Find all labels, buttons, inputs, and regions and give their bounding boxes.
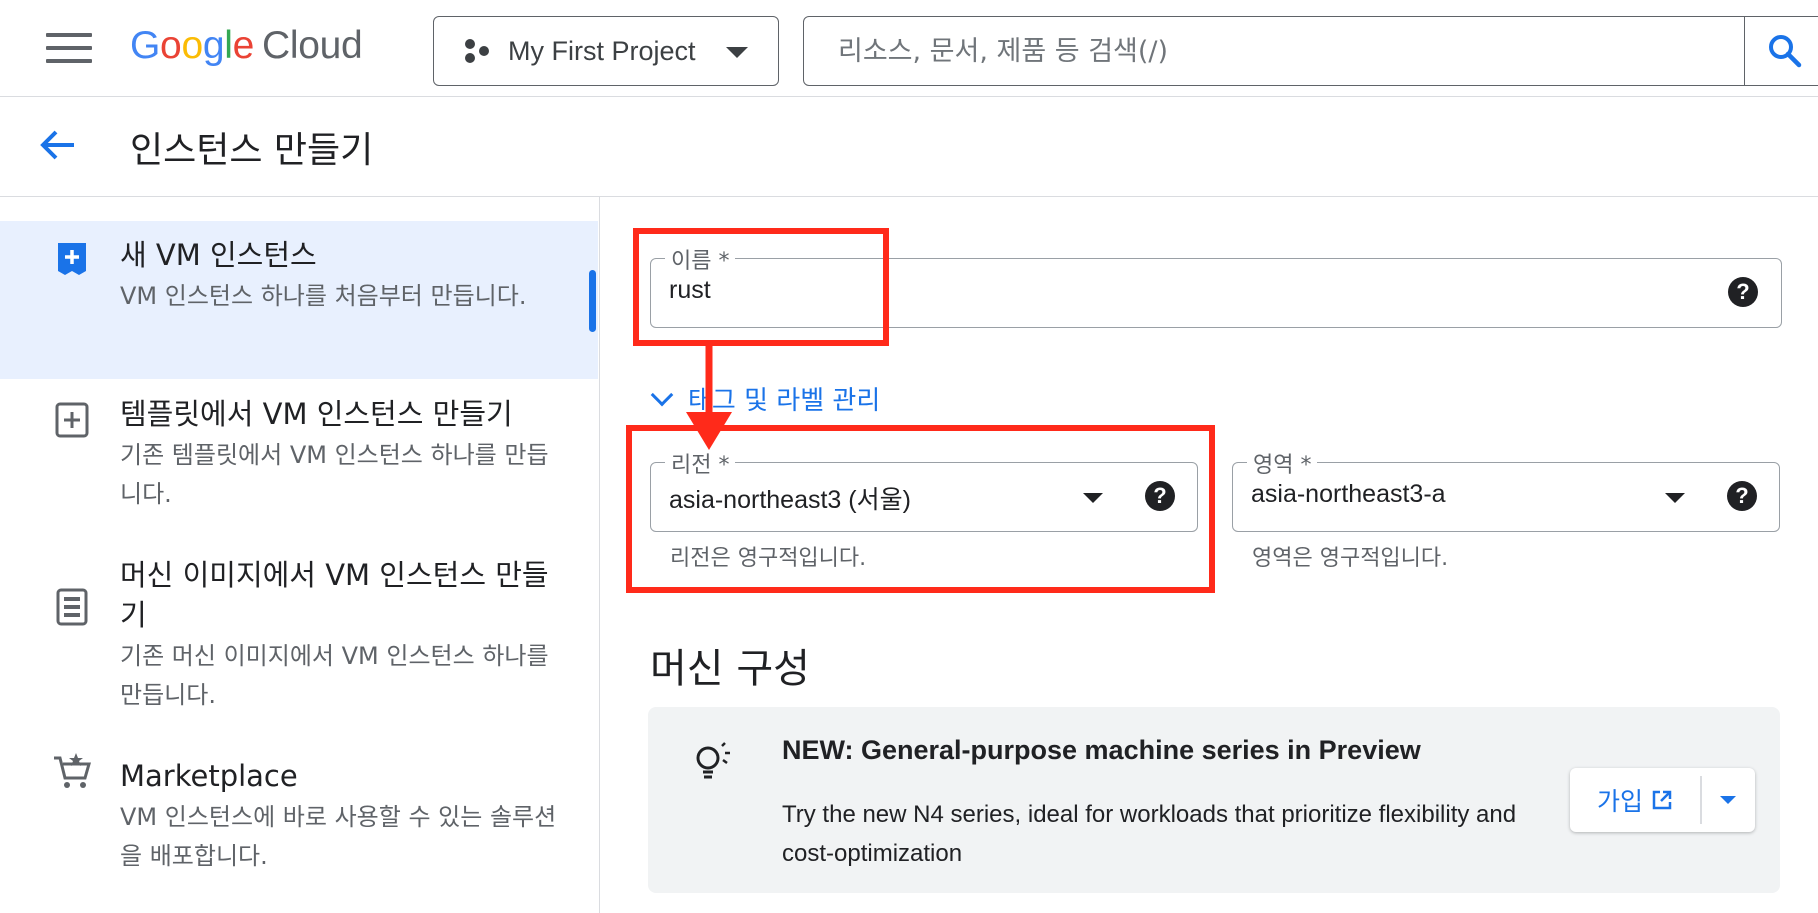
zone-select[interactable]: 영역 * asia-northeast3-a ? <box>1232 447 1780 532</box>
logo-letter: o <box>181 24 203 67</box>
machine-image-icon <box>56 588 88 626</box>
annotation-box-region <box>626 425 1215 593</box>
nav-item-title: 새 VM 인스턴스 <box>120 238 317 272</box>
top-bar: Google Cloud My First Project <box>0 0 1818 97</box>
nav-item-desc: VM 인스턴스 하나를 처음부터 만듭니다. <box>120 282 527 310</box>
google-cloud-logo[interactable]: Google Cloud <box>130 24 363 68</box>
dropdown-arrow-icon[interactable] <box>1665 493 1685 503</box>
nav-item-from-template[interactable]: 템플릿에서 VM 인스턴스 만들기 기존 템플릿에서 VM 인스턴스 하나를 만… <box>0 382 598 542</box>
zone-value: asia-northeast3-a <box>1251 480 1446 508</box>
logo-letter: g <box>202 24 225 67</box>
search-icon <box>1769 35 1802 68</box>
zone-hint: 영역은 영구적입니다. <box>1252 546 1449 571</box>
annotation-box-name <box>633 228 889 346</box>
creation-options-nav: 새 VM 인스턴스 VM 인스턴스 하나를 처음부터 만듭니다. 템플릿에서 V… <box>0 197 600 913</box>
logo-product: Cloud <box>261 24 363 67</box>
project-picker[interactable]: My First Project <box>433 16 779 86</box>
dropdown-arrow-icon <box>1720 796 1736 804</box>
logo-letter: o <box>160 24 182 67</box>
search-input[interactable] <box>804 18 1694 84</box>
nav-item-marketplace[interactable]: Marketplace VM 인스턴스에 바로 사용할 수 있는 솔루션을 배포… <box>0 742 598 872</box>
main-menu-icon[interactable] <box>46 33 92 63</box>
logo-letter: l <box>224 24 233 67</box>
manage-tags-labels-link[interactable]: 태그 및 라벨 관리 <box>650 380 880 417</box>
template-add-icon <box>55 402 89 438</box>
project-hierarchy-icon <box>465 39 489 63</box>
join-split-button: 가입 <box>1570 768 1755 832</box>
join-button[interactable]: 가입 <box>1570 768 1700 832</box>
nav-item-title: 템플릿에서 VM 인스턴스 만들기 <box>120 397 513 431</box>
selection-indicator <box>589 270 596 332</box>
lightbulb-icon <box>696 742 730 779</box>
help-icon[interactable]: ? <box>1728 277 1758 307</box>
help-icon[interactable]: ? <box>1727 481 1757 511</box>
chevron-down-icon <box>650 383 674 407</box>
search-bar <box>803 16 1818 86</box>
zone-label: 영역 * <box>1247 447 1318 479</box>
nav-item-from-machine-image[interactable]: 머신 이미지에서 VM 인스턴스 만들기 기존 머신 이미지에서 VM 인스턴스… <box>0 545 598 735</box>
logo-letter: G <box>130 24 161 67</box>
open-in-new-icon <box>1652 790 1672 810</box>
back-arrow-icon[interactable] <box>38 125 78 165</box>
nav-item-title: 머신 이미지에서 VM 인스턴스 만들기 <box>120 558 549 632</box>
nav-item-title: Marketplace <box>120 759 298 793</box>
nav-item-desc: VM 인스턴스에 바로 사용할 수 있는 솔루션을 배포합니다. <box>120 803 557 870</box>
add-box-icon <box>58 243 86 275</box>
banner-text: Try the new N4 series, ideal for workloa… <box>782 801 1517 867</box>
marketplace-cart-icon <box>54 753 91 788</box>
machine-config-title: 머신 구성 <box>650 646 810 692</box>
page-header: 인스턴스 만들기 <box>0 97 1818 197</box>
preview-banner: NEW: General-purpose machine series in P… <box>648 707 1780 893</box>
chevron-down-icon <box>726 47 748 58</box>
search-button[interactable] <box>1744 17 1818 85</box>
nav-item-desc: 기존 머신 이미지에서 VM 인스턴스 하나를 만듭니다. <box>120 642 549 709</box>
page-title: 인스턴스 만들기 <box>130 130 374 171</box>
manage-tags-labels-label: 태그 및 라벨 관리 <box>688 386 881 416</box>
join-dropdown-button[interactable] <box>1701 768 1755 832</box>
nav-item-desc: 기존 템플릿에서 VM 인스턴스 하나를 만듭니다. <box>120 441 549 508</box>
project-name: My First Project <box>508 35 696 66</box>
join-label: 가입 <box>1596 787 1643 816</box>
nav-item-new-vm[interactable]: 새 VM 인스턴스 VM 인스턴스 하나를 처음부터 만듭니다. <box>0 221 598 379</box>
banner-title: NEW: General-purpose machine series in P… <box>782 735 1421 765</box>
logo-letter: e <box>232 24 255 67</box>
